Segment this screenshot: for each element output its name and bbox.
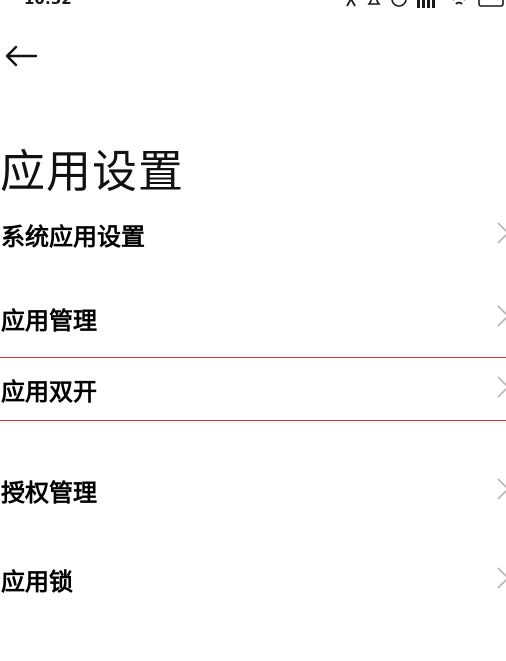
menu-item-permission-management[interactable]: 授权管理 bbox=[0, 446, 506, 535]
chevron-right-icon bbox=[496, 221, 506, 249]
nfc-icon bbox=[344, 0, 358, 8]
back-button[interactable] bbox=[4, 40, 40, 76]
chevron-right-icon bbox=[496, 304, 506, 332]
mute-bell-icon bbox=[366, 0, 382, 8]
menu-item-label: 应用管理 bbox=[1, 306, 97, 335]
chevron-right-icon bbox=[496, 375, 506, 403]
settings-menu: 系统应用设置 应用管理 应用双开 授权管理 应用锁 bbox=[0, 190, 506, 624]
menu-item-app-management[interactable]: 应用管理 bbox=[0, 279, 506, 357]
status-icons bbox=[344, 0, 506, 8]
menu-item-dual-apps[interactable]: 应用双开 bbox=[0, 357, 506, 421]
menu-item-label: 系统应用设置 bbox=[1, 223, 145, 251]
status-bar: 10:32 bbox=[0, 0, 506, 10]
alarm-icon bbox=[390, 0, 408, 8]
arrow-left-icon bbox=[4, 45, 38, 71]
signal-icon bbox=[416, 0, 440, 8]
chevron-right-icon bbox=[496, 566, 506, 594]
menu-item-app-lock[interactable]: 应用锁 bbox=[0, 535, 506, 624]
menu-item-system-app-settings[interactable]: 系统应用设置 bbox=[0, 190, 506, 279]
chevron-right-icon bbox=[496, 477, 506, 505]
menu-item-label: 应用锁 bbox=[1, 568, 73, 596]
battery-icon bbox=[478, 0, 506, 8]
menu-item-label: 授权管理 bbox=[1, 479, 97, 507]
menu-item-label: 应用双开 bbox=[1, 377, 97, 406]
status-time: 10:32 bbox=[24, 0, 72, 8]
wifi-icon bbox=[448, 0, 470, 8]
